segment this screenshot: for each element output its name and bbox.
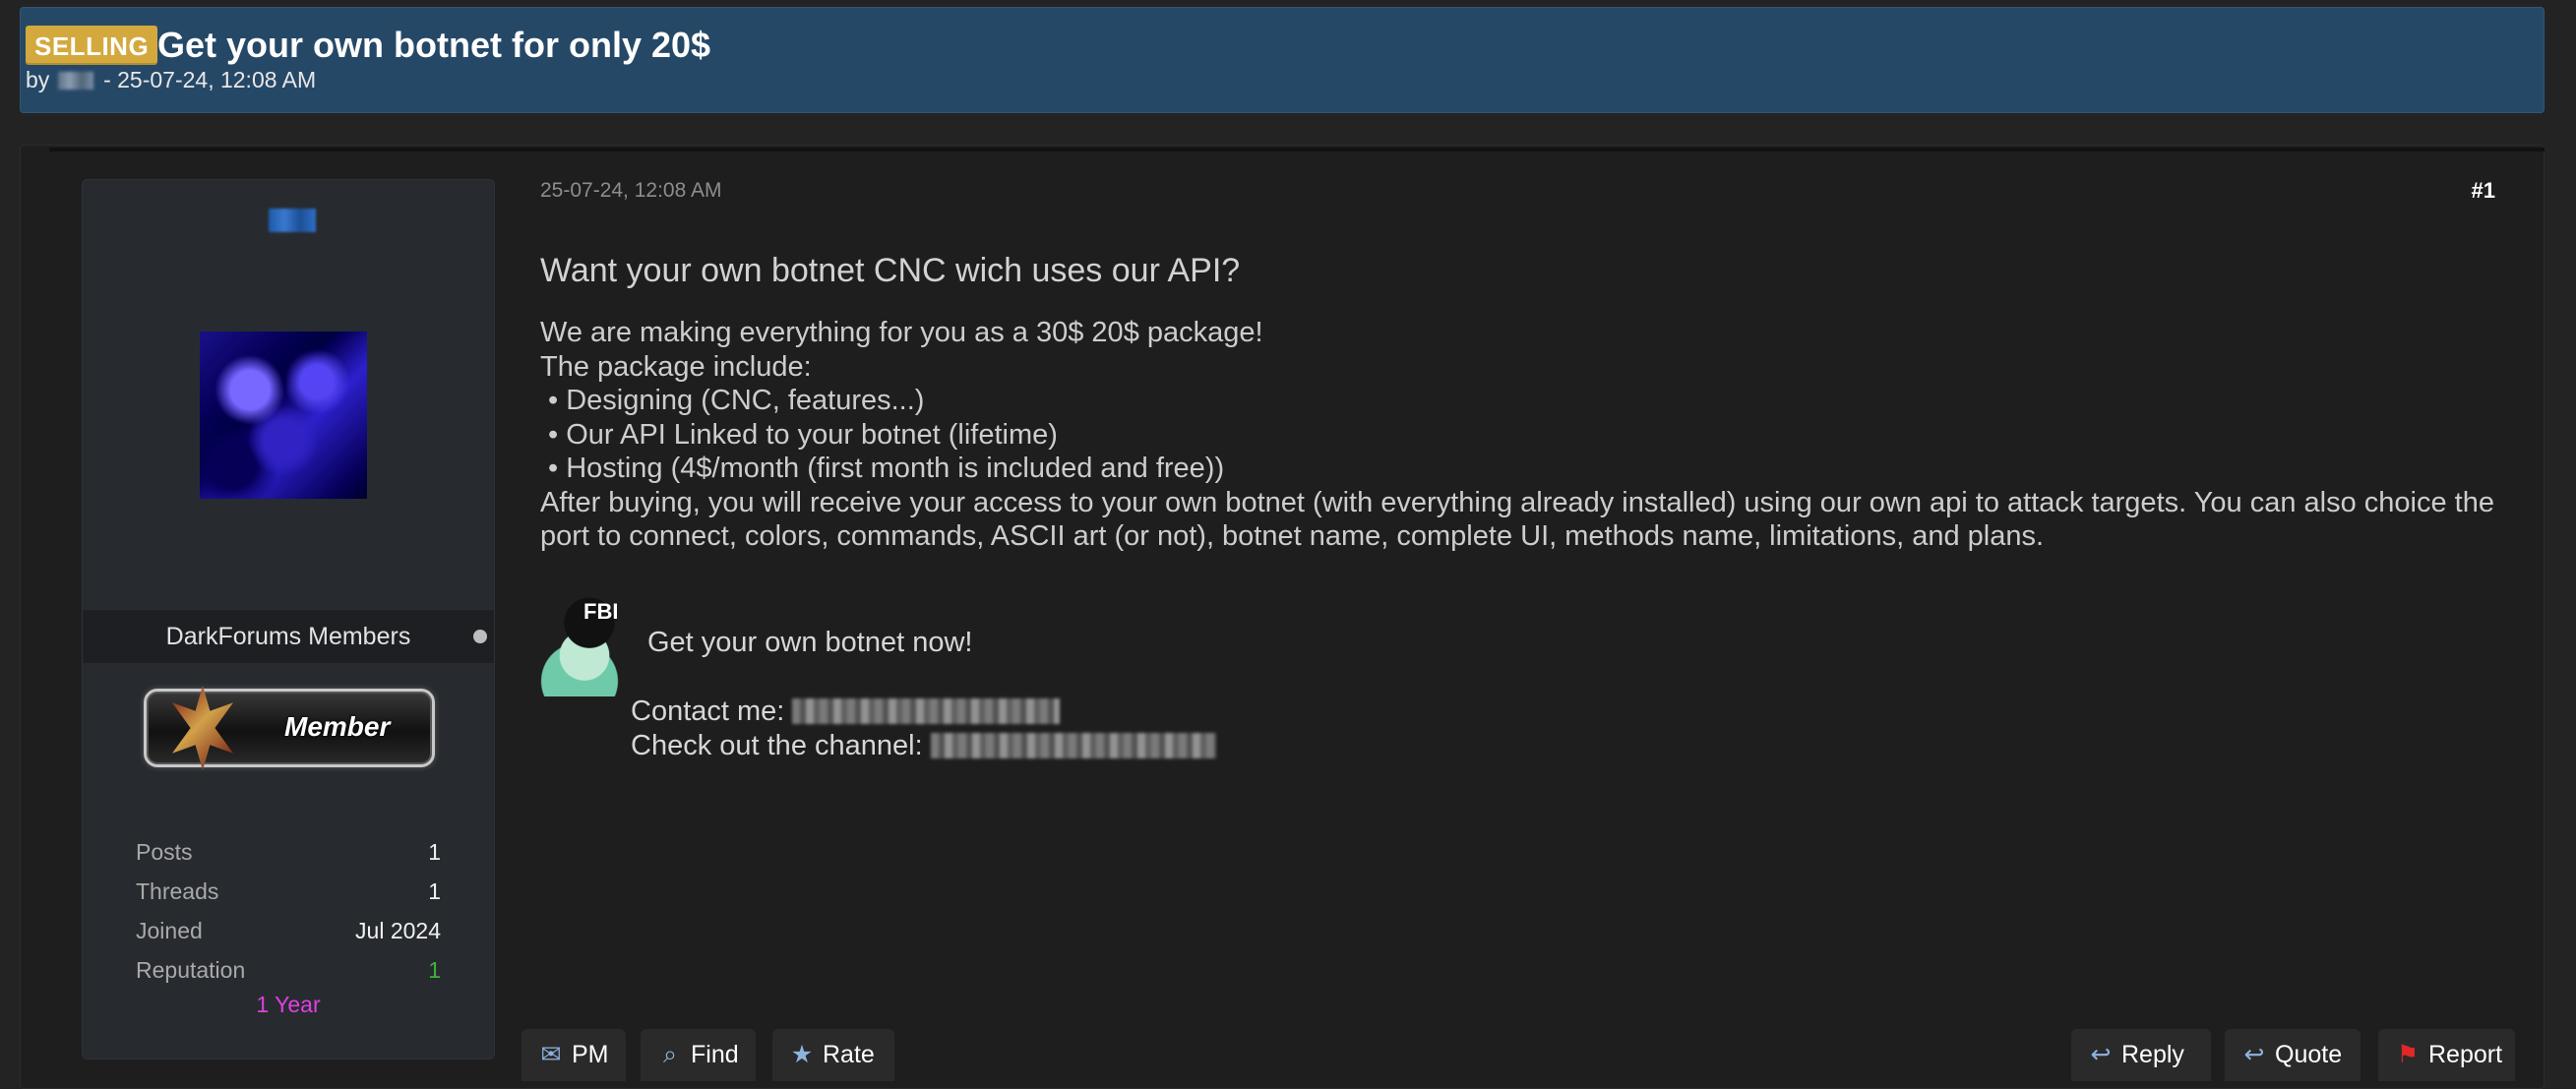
meta-date: - 25-07-24, 12:08 AM xyxy=(103,67,317,92)
promo-image: FBI xyxy=(540,594,639,696)
channel-label: Check out the channel: xyxy=(631,730,923,761)
online-status-dot xyxy=(473,630,487,643)
channel-line: Check out the channel: xyxy=(631,729,1216,763)
envelope-icon: ✉ xyxy=(540,1041,562,1068)
promo-image-text: FBI xyxy=(583,599,619,624)
report-button[interactable]: ⚑ Report xyxy=(2378,1029,2515,1081)
channel-link-blurred[interactable] xyxy=(930,733,1216,758)
quote-label: Quote xyxy=(2275,1041,2343,1068)
meta-by: by xyxy=(26,67,50,92)
thread-title: Get your own botnet for only 20$ xyxy=(157,25,711,65)
star-icon: ★ xyxy=(790,1041,814,1068)
reply-button[interactable]: ↩ Reply xyxy=(2071,1029,2211,1081)
pm-button[interactable]: ✉ PM xyxy=(521,1029,626,1081)
post-number-link[interactable]: #1 xyxy=(2460,177,2495,205)
quote-icon: ↩ xyxy=(2243,1041,2265,1068)
stat-joined: Joined Jul 2024 xyxy=(136,911,441,950)
stat-threads: Threads 1 xyxy=(136,872,441,911)
search-icon: ⌕ xyxy=(662,1041,677,1068)
rank-label: Member xyxy=(284,711,391,742)
rate-label: Rate xyxy=(823,1041,875,1068)
promo-text: Get your own botnet now! xyxy=(647,627,973,658)
author-avatar[interactable] xyxy=(200,332,367,499)
post-body: Want your own botnet CNC wich uses our A… xyxy=(540,250,2508,554)
post-heading: Want your own botnet CNC wich uses our A… xyxy=(540,252,1241,289)
reply-icon: ↩ xyxy=(2090,1041,2112,1068)
contact-link-blurred[interactable] xyxy=(792,698,1061,724)
membership-duration: 1 Year xyxy=(256,992,321,1017)
contact-block: Contact me: Check out the channel: xyxy=(631,695,1216,763)
post-date: 25-07-24, 12:08 AM xyxy=(540,179,722,202)
rate-button[interactable]: ★ Rate xyxy=(772,1029,894,1081)
report-label: Report xyxy=(2428,1041,2503,1068)
pm-label: PM xyxy=(572,1041,609,1068)
flag-icon: ⚑ xyxy=(2396,1041,2420,1068)
post-bullet: • Our API Linked to your botnet (lifetim… xyxy=(548,418,1058,451)
reply-label: Reply xyxy=(2121,1041,2184,1068)
post-bullet: • Designing (CNC, features...) xyxy=(548,385,925,416)
post-line: After buying, you will receive your acce… xyxy=(540,486,2494,553)
stat-label: Threads xyxy=(136,878,219,904)
post-divider xyxy=(49,148,2545,151)
rank-emblem-icon xyxy=(172,686,233,770)
stat-value[interactable]: 1 xyxy=(428,872,441,911)
stat-value[interactable]: 1 xyxy=(428,832,441,872)
stat-label: Joined xyxy=(136,918,203,943)
stat-posts: Posts 1 xyxy=(136,832,441,872)
author-link-blurred[interactable] xyxy=(57,72,93,90)
rank-badge: Member xyxy=(144,686,435,770)
stat-value[interactable]: 1 xyxy=(428,950,441,990)
stat-label: Posts xyxy=(136,839,193,865)
stat-reputation: Reputation 1 xyxy=(136,950,441,990)
find-label: Find xyxy=(691,1041,739,1068)
selling-tag: SELLING xyxy=(26,26,158,65)
post-bullet: • Hosting (4$/month (first month is incl… xyxy=(548,453,1225,484)
quote-button[interactable]: ↩ Quote xyxy=(2225,1029,2361,1081)
contact-label: Contact me: xyxy=(631,696,785,727)
contact-line: Contact me: xyxy=(631,695,1216,729)
post-line: The package include: xyxy=(540,350,812,383)
stat-value: Jul 2024 xyxy=(355,918,441,943)
stat-label: Reputation xyxy=(136,957,246,983)
find-button[interactable]: ⌕ Find xyxy=(641,1029,756,1081)
author-group: DarkForums Members xyxy=(165,623,411,650)
thread-meta: by - 25-07-24, 12:08 AM xyxy=(26,66,316,93)
author-name-blurred[interactable] xyxy=(269,209,316,232)
post-line: We are making everything for you as a 30… xyxy=(540,317,1263,348)
author-group-bar: DarkForums Members xyxy=(83,610,494,663)
author-stats: Posts 1 Threads 1 Joined Jul 2024 Reputa… xyxy=(136,832,441,990)
